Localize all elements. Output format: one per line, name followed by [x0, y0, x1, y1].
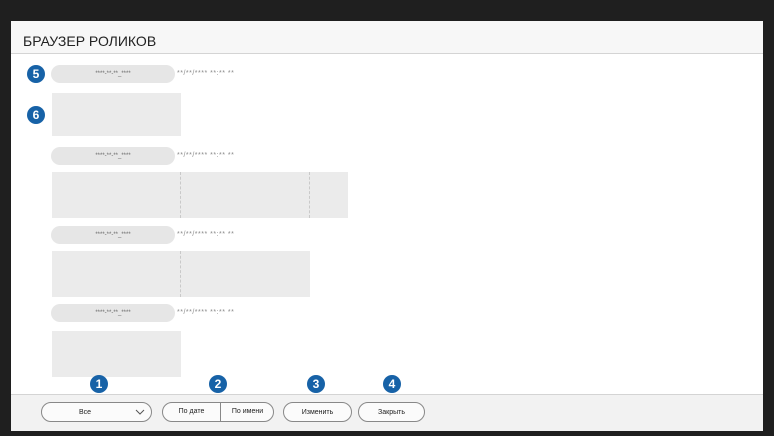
bottom-toolbar: Все По дате По имени Изменить Закрыть — [11, 395, 763, 431]
thumbnail-strip — [52, 331, 181, 377]
edit-button[interactable]: Изменить — [283, 402, 352, 422]
group-datetime: **/**/**** **:** ** — [177, 309, 235, 316]
thumbnail-strip — [52, 172, 348, 218]
thumbnail-strip — [52, 93, 181, 136]
group-datetime: **/**/**** **:** ** — [177, 231, 235, 238]
group-name-pill[interactable]: ****-**-**_**** — [51, 226, 175, 244]
thumbnail-strip — [52, 251, 310, 297]
clip-thumbnail[interactable] — [52, 93, 181, 136]
clip-thumbnail[interactable] — [310, 172, 348, 218]
sort-segmented-control: По дате По имени — [162, 402, 274, 422]
callout-badge-1: 1 — [90, 375, 108, 393]
sort-by-name-button[interactable]: По имени — [221, 403, 274, 421]
callout-badge-6: 6 — [27, 106, 45, 124]
filter-dropdown[interactable]: Все — [41, 402, 152, 422]
callout-badge-5: 5 — [27, 65, 45, 83]
clip-thumbnail[interactable] — [52, 251, 181, 297]
group-datetime: **/**/**** **:** ** — [177, 70, 235, 77]
clip-list[interactable]: ****-**-**_**** **/**/**** **:** ** ****… — [11, 54, 763, 394]
group-name-pill[interactable]: ****-**-**_**** — [51, 65, 175, 83]
filter-selected-value: Все — [79, 409, 92, 416]
clip-thumbnail[interactable] — [52, 331, 181, 377]
clip-thumbnail[interactable] — [52, 172, 181, 218]
callout-badge-2: 2 — [209, 375, 227, 393]
clip-thumbnail[interactable] — [181, 251, 310, 297]
group-name-pill[interactable]: ****-**-**_**** — [51, 304, 175, 322]
close-button[interactable]: Закрыть — [358, 402, 425, 422]
chevron-down-icon — [135, 409, 145, 415]
page-title: БРАУЗЕР РОЛИКОВ — [23, 33, 157, 49]
group-name-pill[interactable]: ****-**-**_**** — [51, 147, 175, 165]
clip-browser-window: БРАУЗЕР РОЛИКОВ ****-**-**_**** **/**/**… — [11, 21, 763, 431]
callout-badge-4: 4 — [383, 375, 401, 393]
callout-badge-3: 3 — [307, 375, 325, 393]
sort-by-date-button[interactable]: По дате — [163, 403, 220, 421]
clip-thumbnail[interactable] — [181, 172, 310, 218]
group-datetime: **/**/**** **:** ** — [177, 152, 235, 159]
